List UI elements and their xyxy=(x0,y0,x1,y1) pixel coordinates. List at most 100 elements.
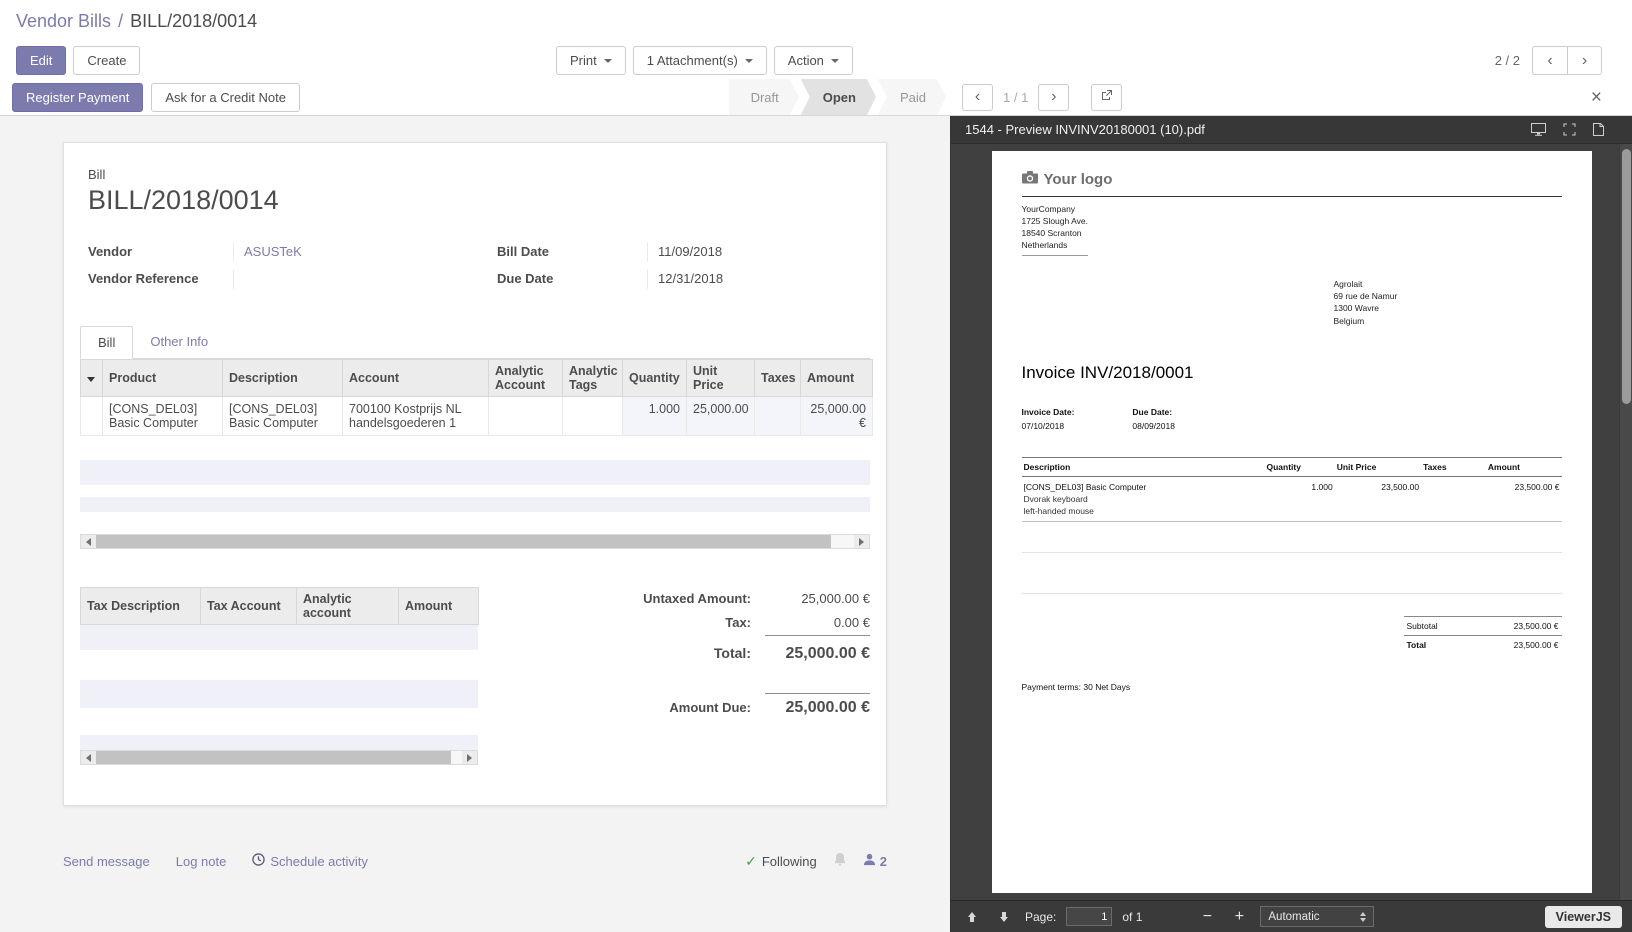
scroll-right-arrow[interactable] xyxy=(462,751,477,764)
scroll-right-arrow[interactable] xyxy=(854,535,869,548)
customer-address: Agrolait 69 rue de Namur 1300 Wavre Belg… xyxy=(1334,278,1562,327)
breadcrumb-vendor-bills[interactable]: Vendor Bills xyxy=(16,11,111,32)
form-statusbar: Register Payment Ask for a Credit Note D… xyxy=(0,79,950,115)
form-buttons: Edit Create xyxy=(16,46,140,75)
control-panel: Edit Create Print 1 Attachment(s) Action… xyxy=(0,42,1632,79)
cell-taxes xyxy=(755,397,801,436)
report-logo: Your logo xyxy=(1022,171,1562,197)
followers-button[interactable]: 2 xyxy=(863,853,887,869)
external-link-icon xyxy=(1101,88,1113,106)
empty-row xyxy=(80,650,478,680)
invoice-title: Invoice INV/2018/0001 xyxy=(1022,363,1562,383)
company-address: YourCompany 1725 Slough Ave. 18540 Scran… xyxy=(1022,204,1089,256)
scrollbar-thumb[interactable] xyxy=(96,535,831,548)
empty-row xyxy=(80,735,478,750)
tax-header-row: Tax Description Tax Account Analytic acc… xyxy=(81,588,479,625)
following-button[interactable]: ✓ Following xyxy=(745,853,817,870)
schedule-activity-button[interactable]: Schedule activity xyxy=(252,853,368,869)
bell-icon[interactable] xyxy=(833,852,847,870)
fullscreen-icon[interactable] xyxy=(1563,123,1576,136)
tab-bill[interactable]: Bill xyxy=(80,326,133,359)
presentation-mode-icon[interactable] xyxy=(1531,123,1546,136)
record-next-button[interactable]: › xyxy=(1567,46,1602,75)
scroll-left-arrow[interactable] xyxy=(81,751,96,764)
pdf-prev-page-button[interactable]: ‹ xyxy=(962,84,993,111)
form-view-pane: Bill BILL/2018/0014 Vendor ASUSTeK Vendo… xyxy=(0,116,950,932)
page-up-button[interactable] xyxy=(961,906,983,928)
optional-columns-toggle[interactable] xyxy=(81,360,103,397)
pdf-scrollbar xyxy=(1619,144,1632,900)
main-content: Bill BILL/2018/0014 Vendor ASUSTeK Vendo… xyxy=(0,116,1632,932)
status-pipeline: Draft Open Paid xyxy=(727,79,946,115)
cell-product: [CONS_DEL03] Basic Computer xyxy=(103,397,223,436)
register-payment-button[interactable]: Register Payment xyxy=(12,83,143,112)
viewerjs-toolbar: Page: of 1 − + Automatic ViewerJS xyxy=(951,900,1632,932)
col-tax-account[interactable]: Tax Account xyxy=(201,588,297,625)
breadcrumb: Vendor Bills / BILL/2018/0014 xyxy=(0,0,1632,42)
cell-amount: 25,000.00 € xyxy=(801,397,873,436)
scrollbar-thumb[interactable] xyxy=(1622,149,1631,404)
camera-icon xyxy=(1022,171,1038,188)
create-button[interactable]: Create xyxy=(73,46,140,75)
col-analytic-tags[interactable]: Analytic Tags xyxy=(563,360,623,397)
clock-icon xyxy=(252,853,265,869)
tax-value: 0.00 € xyxy=(765,615,870,636)
empty-row xyxy=(80,460,870,485)
col-amount[interactable]: Amount xyxy=(399,588,479,625)
amount-due-value: 25,000.00 € xyxy=(765,693,870,717)
col-analytic-account[interactable]: Analytic Account xyxy=(489,360,563,397)
empty-row xyxy=(80,512,870,534)
record-prev-button[interactable]: ‹ xyxy=(1532,46,1567,75)
scrollbar-thumb[interactable] xyxy=(96,751,451,764)
vendor-label: Vendor xyxy=(88,242,233,259)
empty-row xyxy=(80,680,478,708)
state-paid[interactable]: Paid xyxy=(878,79,946,115)
form-sheet: Bill BILL/2018/0014 Vendor ASUSTeK Vendo… xyxy=(63,142,887,806)
action-menu-button[interactable]: Action xyxy=(774,46,853,75)
page-label: Page: xyxy=(1025,910,1056,924)
invoice-dates: Invoice Date: 07/10/2018 Due Date: 08/09… xyxy=(1022,407,1562,431)
col-product[interactable]: Product xyxy=(103,360,223,397)
send-message-button[interactable]: Send message xyxy=(63,854,150,869)
col-amount[interactable]: Amount xyxy=(801,360,873,397)
credit-note-button[interactable]: Ask for a Credit Note xyxy=(151,83,300,112)
print-menu-button[interactable]: Print xyxy=(556,46,626,75)
notebook-tabs: Bill Other Info xyxy=(80,326,870,359)
page-number-input[interactable] xyxy=(1066,907,1112,926)
pdf-page-indicator: 1 / 1 xyxy=(1003,90,1028,105)
zoom-in-button[interactable]: + xyxy=(1228,908,1250,926)
col-description[interactable]: Description xyxy=(223,360,343,397)
col-account[interactable]: Account xyxy=(343,360,489,397)
scroll-left-arrow[interactable] xyxy=(81,535,96,548)
report-line-row: [CONS_DEL03] Basic Computer Dvorak keybo… xyxy=(1022,476,1562,521)
odoo-window: Vendor Bills / BILL/2018/0014 Edit Creat… xyxy=(0,0,1632,932)
open-attachment-button[interactable] xyxy=(1091,84,1122,111)
col-tax-description[interactable]: Tax Description xyxy=(81,588,201,625)
untaxed-amount-value: 25,000.00 € xyxy=(765,591,870,606)
zoom-out-button[interactable]: − xyxy=(1196,908,1218,926)
download-icon[interactable] xyxy=(1593,123,1604,136)
state-open[interactable]: Open xyxy=(801,79,876,115)
close-preview-button[interactable]: × xyxy=(1591,88,1602,107)
log-note-button[interactable]: Log note xyxy=(176,854,227,869)
pdf-preview-panel: 1544 - Preview INVINV20180001 (10).pdf xyxy=(950,116,1632,932)
edit-button[interactable]: Edit xyxy=(16,46,66,75)
col-analytic-account[interactable]: Analytic account xyxy=(297,588,399,625)
col-quantity[interactable]: Quantity xyxy=(623,360,687,397)
page-down-button[interactable] xyxy=(993,906,1015,928)
invoice-line-row[interactable]: [CONS_DEL03] Basic Computer [CONS_DEL03]… xyxy=(81,397,873,436)
tax-lines-table: Tax Description Tax Account Analytic acc… xyxy=(80,587,479,625)
col-unit-price[interactable]: Unit Price xyxy=(687,360,755,397)
viewerjs-badge[interactable]: ViewerJS xyxy=(1545,906,1622,928)
zoom-mode-select[interactable]: Automatic xyxy=(1260,906,1374,927)
vendor-reference-value xyxy=(233,269,453,289)
caret-down-icon xyxy=(87,377,95,382)
total-value: 25,000.00 € xyxy=(765,645,870,663)
vendor-value[interactable]: ASUSTeK xyxy=(233,242,453,262)
col-taxes[interactable]: Taxes xyxy=(755,360,801,397)
attachments-menu-button[interactable]: 1 Attachment(s) xyxy=(633,46,767,75)
tab-other-info[interactable]: Other Info xyxy=(133,326,225,358)
cell-description: [CONS_DEL03] Basic Computer xyxy=(223,397,343,436)
pdf-next-page-button[interactable]: › xyxy=(1038,84,1069,111)
state-draft[interactable]: Draft xyxy=(729,79,799,115)
